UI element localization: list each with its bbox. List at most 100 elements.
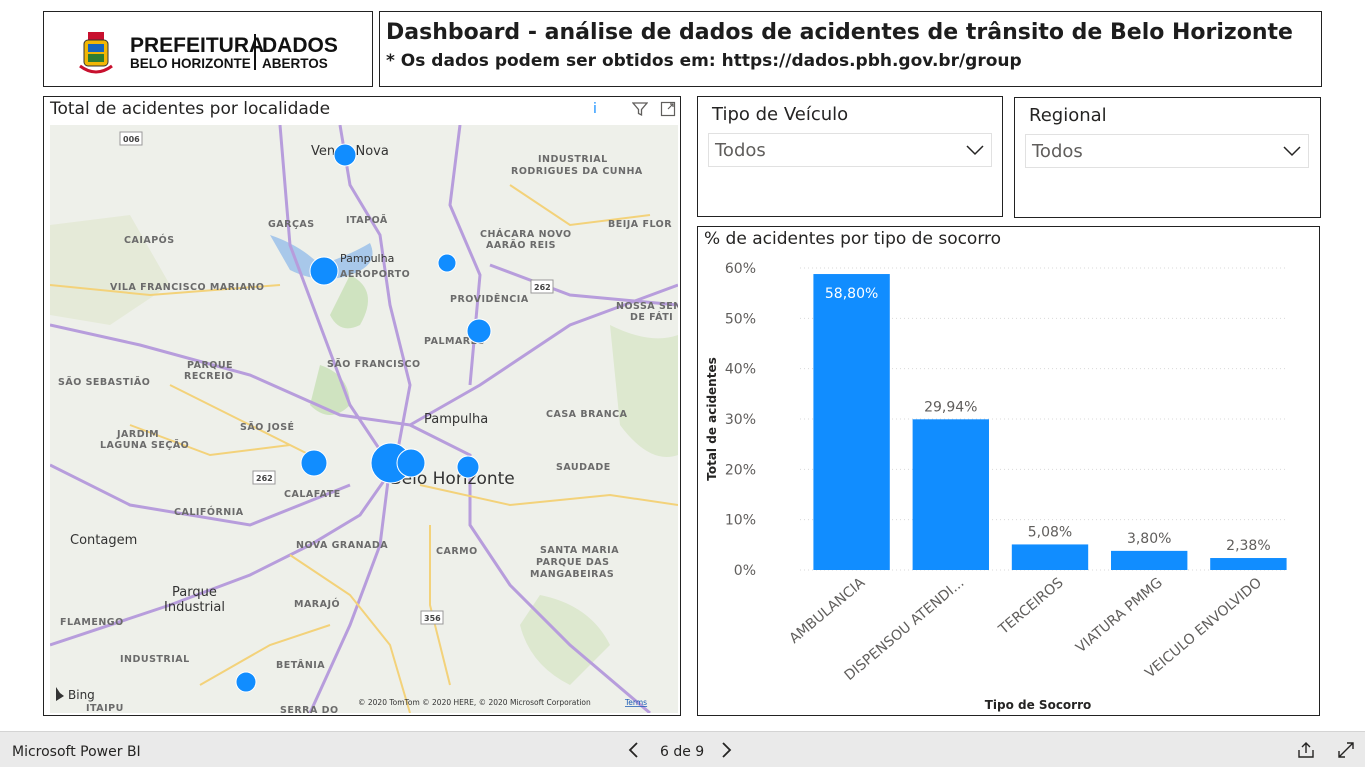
logo-word2: ABERTOS [262, 56, 328, 71]
map-label: CALIFÓRNIA [174, 506, 244, 518]
map-label: CAIAPÓS [124, 234, 175, 246]
page-indicator: 6 de 9 [660, 744, 705, 760]
rescue-type-chart[interactable]: % de acidentes por tipo de socorro 0% 10%… [697, 226, 1320, 716]
map-bubble[interactable] [300, 449, 328, 477]
logo-line2: BELO HORIZONTE [130, 56, 251, 71]
map-label: BEIJA FLOR [608, 219, 672, 230]
bar[interactable] [1111, 550, 1188, 570]
vehicle-type-slicer[interactable]: Tipo de Veículo Todos [697, 96, 1003, 217]
bar-chart-svg[interactable]: 0% 10% 20% 30% 40% 50% 60% 58,80% AMBULANCIA 29,9… [698, 227, 1319, 715]
map-label-city: Pampulha [340, 252, 394, 265]
bar[interactable] [912, 419, 989, 570]
crest-icon [79, 32, 113, 74]
title-panel: Dashboard - análise de dados de acidente… [379, 11, 1322, 87]
regional-slicer[interactable]: Regional Todos [1014, 97, 1321, 218]
logo-panel: PREFEITURA BELO HORIZONTE DADOS ABERTOS [43, 11, 373, 87]
vehicle-dropdown[interactable]: Todos [708, 133, 992, 167]
road-356-label: 356 [424, 614, 441, 623]
fullscreen-icon[interactable] [1336, 740, 1356, 760]
map-label: RODRIGUES DA CUNHA [511, 166, 643, 177]
filter-icon[interactable] [631, 101, 649, 121]
map-label-city: Industrial [164, 600, 225, 615]
map-label: MANGABEIRAS [530, 569, 614, 580]
svg-text:Bing: Bing [68, 688, 95, 702]
pbh-logo: PREFEITURA BELO HORIZONTE DADOS ABERTOS [79, 32, 338, 74]
logo-word1: DADOS [262, 34, 338, 57]
map-label: MARAJÓ [294, 598, 340, 610]
bar[interactable] [1210, 558, 1287, 570]
map-label: SAUDADE [556, 462, 611, 473]
footer-bar: Microsoft Power BI 6 de 9 [0, 731, 1365, 767]
map-label: DE FÁTI [630, 311, 673, 323]
map-terms-link[interactable]: Terms [624, 698, 647, 707]
map-label: CASA BRANCA [546, 409, 628, 420]
road-262-label-a: 262 [534, 283, 551, 292]
bing-logo: Bing [56, 687, 95, 702]
map-label: AARÃO REIS [486, 240, 556, 251]
map-bubble[interactable] [235, 671, 257, 693]
data-label: 2,38% [1226, 538, 1270, 554]
next-page-icon[interactable] [716, 740, 736, 760]
chevron-down-icon [1283, 146, 1301, 157]
map-label: CALAFATE [284, 489, 341, 500]
map-title: Total de acidentes por localidade [50, 99, 331, 119]
bar[interactable] [1011, 544, 1089, 570]
map-label: PARQUE DAS [536, 557, 609, 568]
brand-label: Microsoft Power BI [12, 744, 141, 760]
map-label: BETÂNIA [276, 659, 325, 671]
y-tick-label: 20% [725, 462, 756, 478]
map-label: RECREIO [184, 371, 234, 382]
y-tick-label: 30% [725, 412, 756, 428]
map-visual[interactable]: Total de acidentes por localidade i 006 … [43, 96, 681, 716]
map-label: SERRA DO [280, 705, 339, 713]
map-bubble[interactable] [309, 256, 339, 286]
map-label: ITAIPU [86, 703, 124, 713]
road-006-label: 006 [123, 135, 140, 144]
map-label: AEROPORTO [340, 269, 410, 280]
page-subtitle: * Os dados podem ser obtidos em: https:/… [386, 51, 1022, 71]
map-label: ITAPOÃ [346, 215, 388, 226]
map-bubble[interactable] [456, 455, 480, 479]
x-tick-label: AMBULANCIA [787, 575, 869, 647]
chevron-down-icon [966, 145, 984, 156]
y-tick-label: 0% [734, 563, 756, 579]
map-label: JARDIM [116, 429, 159, 440]
data-label: 58,80% [825, 286, 878, 302]
data-label: 3,80% [1127, 531, 1171, 547]
y-tick-label: 50% [725, 311, 756, 327]
page-title: Dashboard - análise de dados de acidente… [386, 20, 1293, 45]
map-canvas[interactable]: 006 262 262 356 INDUSTRIAL RODRIGUES DA … [50, 125, 678, 713]
map-label: NOSSA SENHORA [616, 301, 678, 312]
bar[interactable] [813, 274, 890, 570]
map-label: INDUSTRIAL [120, 654, 190, 665]
x-axis-title: Tipo de Socorro [985, 698, 1092, 712]
map-bubble[interactable] [333, 143, 357, 167]
map-label-city: Parque [172, 585, 217, 600]
map-label: SÃO FRANCISCO [327, 359, 421, 370]
map-bubble[interactable] [396, 448, 426, 478]
map-label: VILA FRANCISCO MARIANO [110, 282, 264, 293]
map-bubble[interactable] [437, 253, 457, 273]
prev-page-icon[interactable] [624, 740, 644, 760]
regional-slicer-title: Regional [1029, 105, 1107, 126]
share-icon[interactable] [1296, 740, 1316, 760]
info-icon[interactable]: i [593, 101, 597, 117]
vehicle-slicer-title: Tipo de Veículo [712, 104, 849, 125]
map-label: INDUSTRIAL [538, 154, 608, 165]
map-label: FLAMENGO [60, 617, 124, 628]
focus-mode-icon[interactable] [660, 101, 676, 121]
map-label: LAGUNA SEÇÃO [100, 440, 189, 451]
regional-dropdown[interactable]: Todos [1025, 134, 1309, 168]
regional-dropdown-value: Todos [1032, 141, 1083, 162]
map-label-city: Contagem [70, 533, 137, 548]
map-attribution: © 2020 TomTom © 2020 HERE, © 2020 Micros… [358, 698, 591, 707]
logo-line1: PREFEITURA [130, 34, 264, 57]
map-label: PARQUE [187, 360, 233, 371]
x-tick-label: VIATURA PMMG [1073, 575, 1166, 656]
map-label: PROVIDÊNCIA [450, 293, 529, 305]
x-tick-label: TERCEIROS [995, 575, 1067, 639]
y-tick-label: 10% [725, 513, 756, 529]
map-bubble[interactable] [466, 318, 492, 344]
map-svg[interactable]: 006 262 262 356 INDUSTRIAL RODRIGUES DA … [50, 125, 678, 713]
map-label: SÃO JOSÉ [240, 421, 295, 433]
